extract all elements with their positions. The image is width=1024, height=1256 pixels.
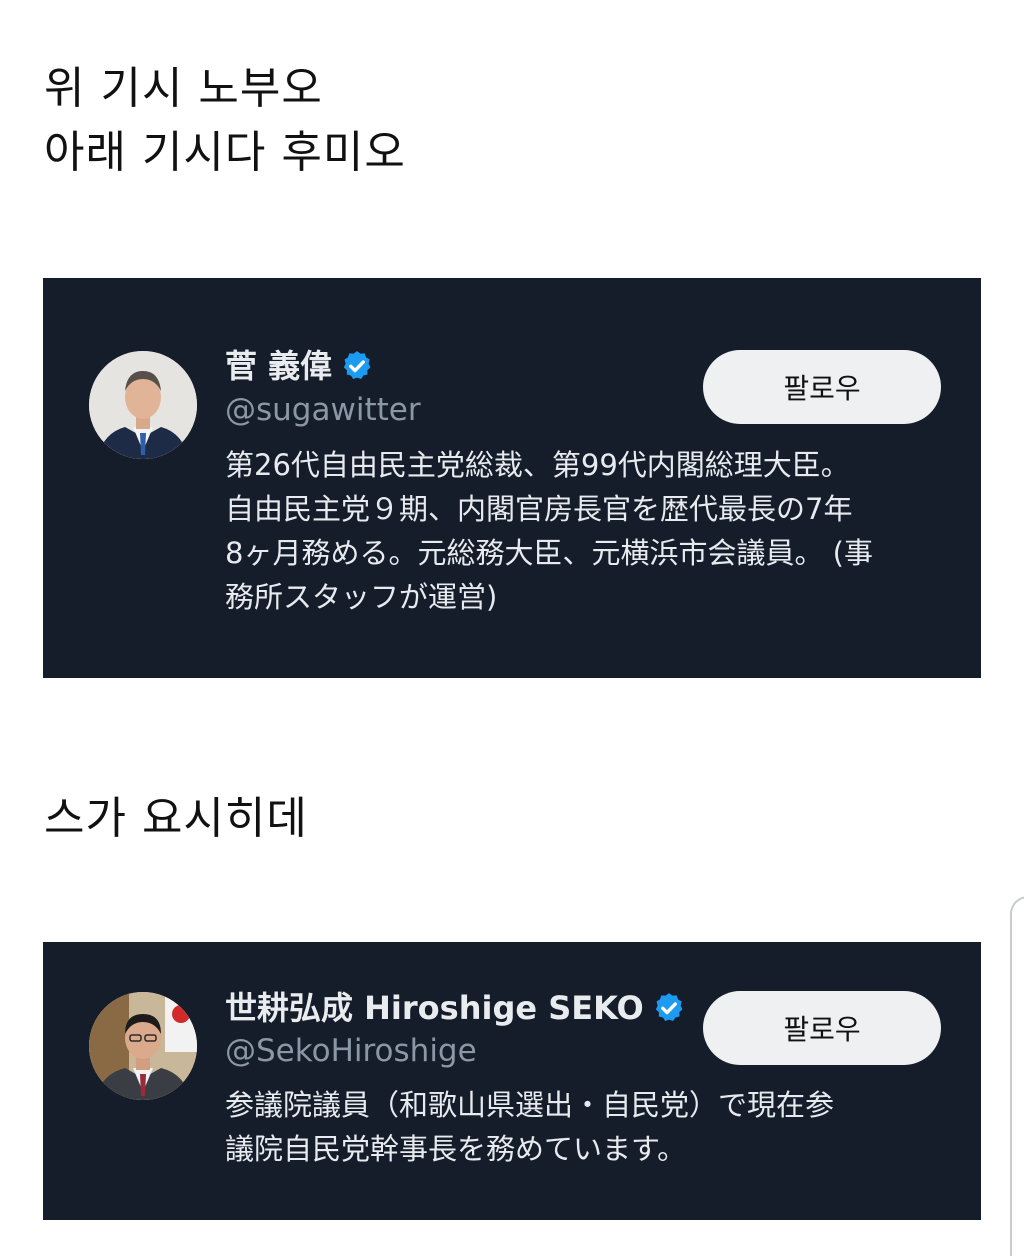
handle[interactable]: @SekoHiroshige [225,1031,477,1071]
follow-button[interactable]: 팔로우 [703,350,941,424]
bio-line: 議院自民党幹事長を務めています。 [225,1132,687,1166]
handle[interactable]: @sugawitter [225,390,421,430]
avatar[interactable] [89,351,197,459]
profile-card-seko: 世耕弘成 Hiroshige SEKO @SekoHiroshige 팔로우 参… [43,942,981,1220]
verified-badge-icon [340,349,374,383]
caption-line-3: 스가 요시히데 [44,793,308,844]
profile-card-suga: 菅 義偉 @sugawitter 팔로우 第26代自由民主党総裁、第99代内閣総… [43,278,981,678]
verified-badge-icon [652,991,686,1025]
bio-line: 8ヶ月務める。元総務大臣、元横浜市会議員。 (事 [225,536,873,570]
avatar[interactable] [89,992,197,1100]
caption-line-1: 위 기시 노부오 [44,63,323,114]
bio-line: 参議院議員（和歌山県選出・自民党）で現在参 [225,1088,835,1122]
display-name: 菅 義偉 [225,347,333,385]
display-name: 世耕弘成 Hiroshige SEKO [225,989,644,1027]
avatar-image [89,992,197,1100]
name-row: 菅 義偉 [225,346,374,386]
device-edge [1010,896,1024,1256]
caption-line-2: 아래 기시다 후미오 [44,127,406,178]
name-row: 世耕弘成 Hiroshige SEKO [225,988,686,1028]
follow-button[interactable]: 팔로우 [703,991,941,1065]
bio-line: 自由民主党９期、内閣官房長官を歴代最長の7年 [225,492,853,526]
bio-line: 務所スタッフが運営) [225,580,498,614]
page: 위 기시 노부오 아래 기시다 후미오 菅 義偉 @sugawitter 팔로우… [0,0,1024,1256]
avatar-image [89,351,197,459]
bio-line: 第26代自由民主党総裁、第99代内閣総理大臣。 [225,448,850,482]
